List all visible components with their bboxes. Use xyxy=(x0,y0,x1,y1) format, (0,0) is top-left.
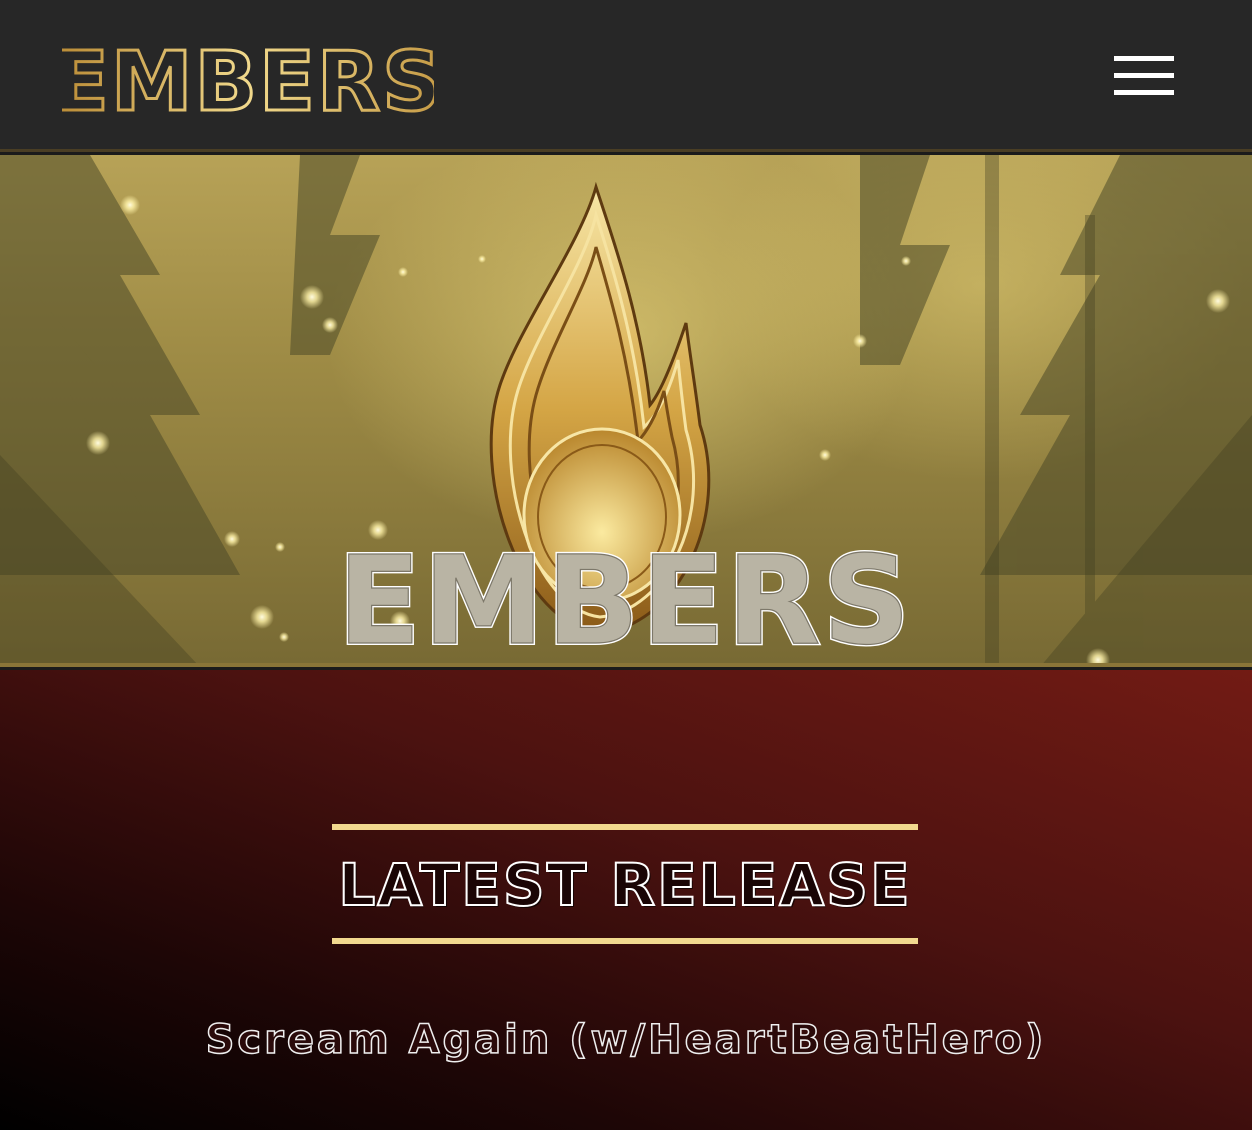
latest-release-section: LATEST RELEASE Scream Again (w/HeartBeat… xyxy=(0,670,1252,1130)
site-header: EMBERS EMBERS xyxy=(0,0,1252,152)
menu-bar xyxy=(1114,73,1174,78)
heading-rule-top xyxy=(332,824,918,830)
heading-rule-bottom xyxy=(332,938,918,944)
svg-text:EMBERS: EMBERS xyxy=(338,535,913,655)
brand-logo-wordmark: EMBERS EMBERS xyxy=(62,38,434,118)
release-track-title[interactable]: Scream Again (w/HeartBeatHero) xyxy=(0,1010,1252,1070)
svg-text:EMBERS: EMBERS xyxy=(62,38,434,118)
menu-bar xyxy=(1114,56,1174,61)
hamburger-menu-icon[interactable] xyxy=(1114,56,1174,96)
menu-bar xyxy=(1114,90,1174,95)
section-heading: LATEST RELEASE xyxy=(337,850,912,920)
hero-banner: EMBERS EMBERS xyxy=(0,155,1252,667)
brand-logo[interactable]: EMBERS EMBERS xyxy=(62,38,434,118)
hero-title-wordmark: EMBERS EMBERS xyxy=(336,535,913,655)
hero-title: EMBERS EMBERS xyxy=(330,535,920,655)
